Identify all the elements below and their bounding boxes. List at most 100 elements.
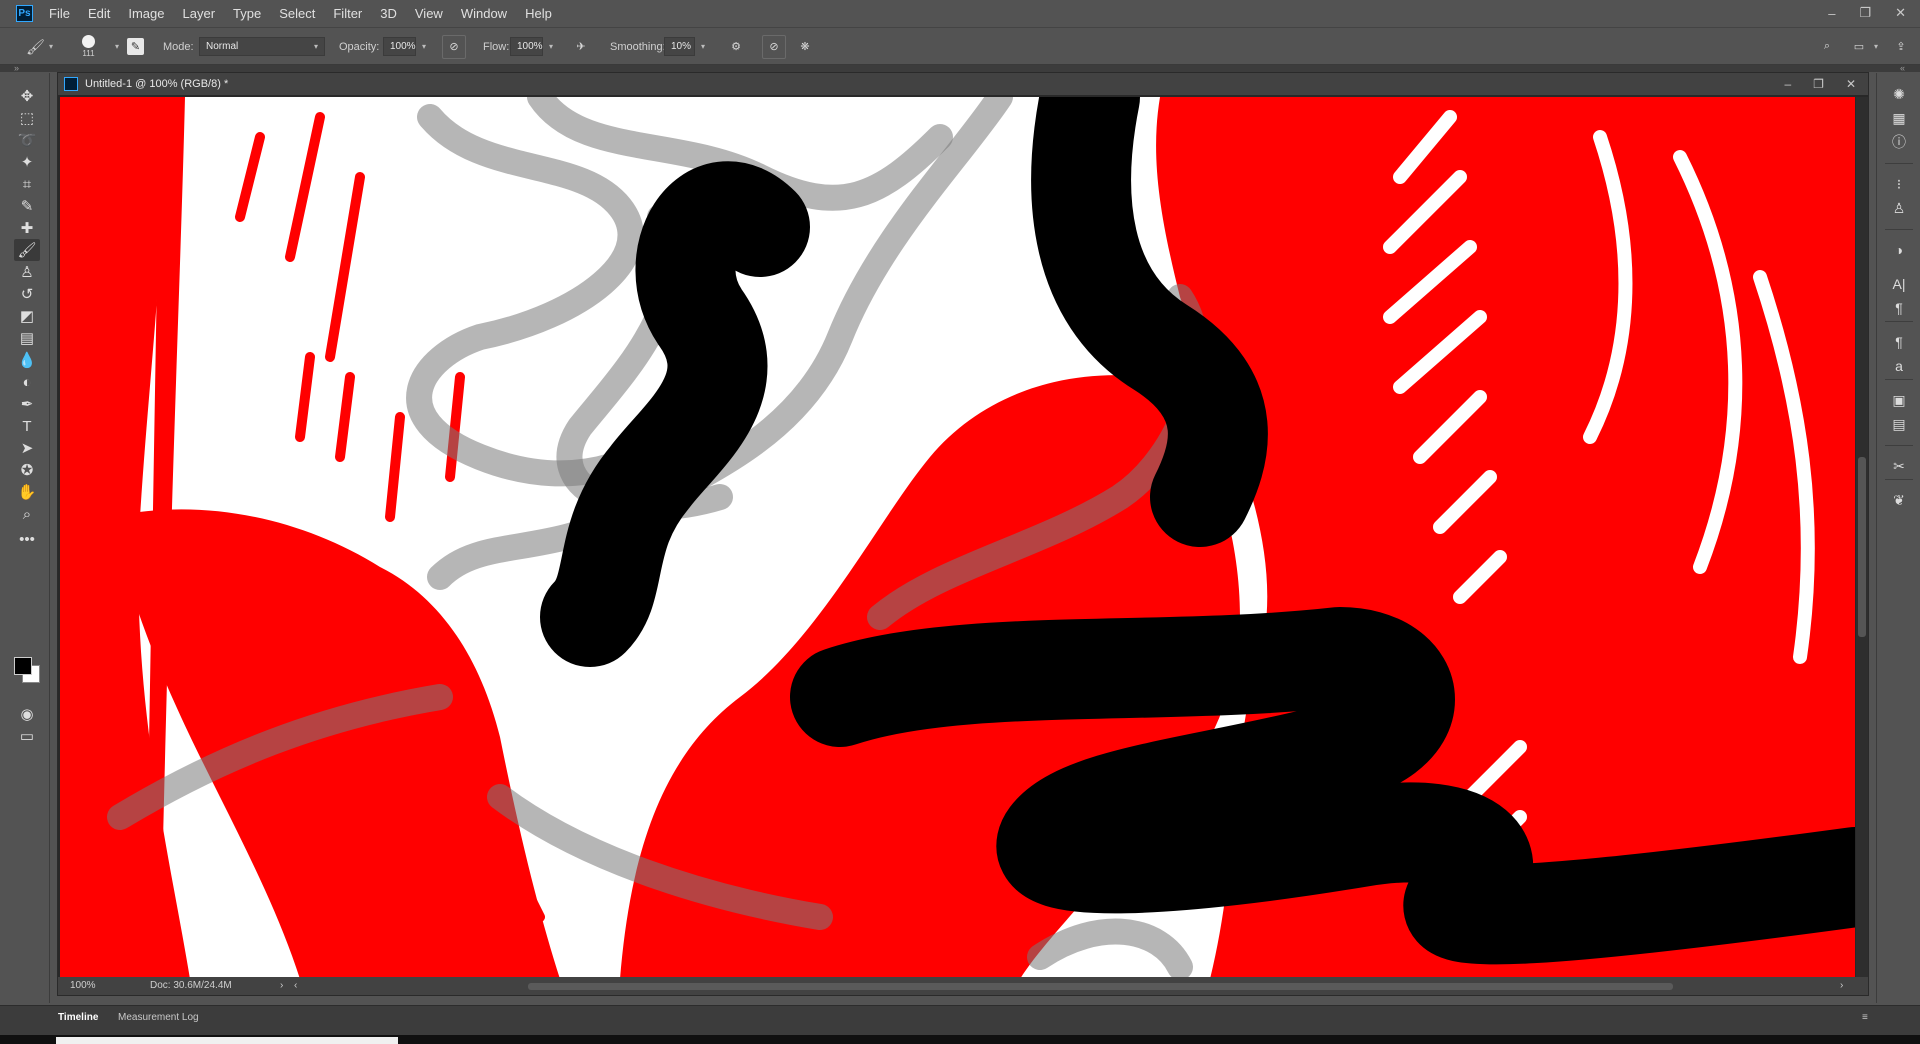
canvas[interactable]: [60, 97, 1855, 979]
brush-tool-icon[interactable]: 🖌: [14, 239, 40, 261]
pressure-size-icon[interactable]: ⊘: [762, 34, 786, 59]
document-ps-icon: [64, 77, 78, 91]
panel-group-divider: [1885, 321, 1913, 322]
menu-file[interactable]: File: [49, 6, 70, 21]
menu-filter[interactable]: Filter: [333, 6, 362, 21]
tool-preset-picker[interactable]: 🖌 ▾: [26, 28, 53, 65]
tool-presets-panel-icon[interactable]: ✂: [1877, 455, 1920, 477]
adjustments-panel-icon[interactable]: ◑: [1877, 239, 1920, 261]
zoom-level[interactable]: 100%: [70, 980, 96, 991]
doc-close-icon[interactable]: ✕: [1846, 77, 1856, 91]
menu-select[interactable]: Select: [279, 6, 315, 21]
search-icon[interactable]: ⌕: [1816, 36, 1838, 58]
swatches-panel-icon[interactable]: ▦: [1877, 107, 1920, 129]
path-selection-tool-icon[interactable]: ➤: [14, 437, 40, 459]
magic-wand-tool-icon[interactable]: ✦: [14, 151, 40, 173]
smoothing-settings-gear-icon[interactable]: ⚙: [725, 36, 747, 58]
expand-toolbar-icon[interactable]: »: [14, 63, 19, 73]
airbrush-icon[interactable]: ✈: [570, 36, 592, 58]
pressure-opacity-icon[interactable]: ⊘: [442, 34, 466, 59]
doc-minimize-icon[interactable]: –: [1784, 77, 1791, 91]
paths-panel-icon[interactable]: ❦: [1877, 489, 1920, 511]
doc-restore-icon[interactable]: ❐: [1813, 77, 1824, 91]
move-tool-icon[interactable]: ✥: [14, 85, 40, 107]
bottom-panel-menu-icon[interactable]: ≡: [1862, 1012, 1868, 1023]
menu-image[interactable]: Image: [128, 6, 164, 21]
close-icon[interactable]: ✕: [1895, 5, 1906, 21]
quick-mask-icon[interactable]: ◉: [14, 703, 40, 725]
layers-panel-icon[interactable]: ▣: [1877, 389, 1920, 411]
menu-layer[interactable]: Layer: [183, 6, 216, 21]
paragraph-panel-icon[interactable]: ¶: [1877, 297, 1920, 319]
horizontal-scroll-thumb[interactable]: [528, 983, 1673, 990]
healing-brush-tool-icon[interactable]: ✚: [14, 217, 40, 239]
tab-timeline[interactable]: Timeline: [58, 1012, 98, 1023]
history-brush-tool-icon[interactable]: ↺: [14, 283, 40, 305]
menu-help[interactable]: Help: [525, 6, 552, 21]
scroll-right-icon[interactable]: ›: [1840, 980, 1843, 991]
dodge-tool-icon[interactable]: ◐: [14, 371, 40, 393]
tab-measurement-log[interactable]: Measurement Log: [118, 1012, 199, 1023]
minimize-icon[interactable]: –: [1828, 6, 1835, 21]
menu-window[interactable]: Window: [461, 6, 507, 21]
share-icon[interactable]: ⇪: [1890, 36, 1912, 58]
collapse-panels-icon[interactable]: «: [1900, 63, 1905, 73]
brush-preset-icon: 🖌: [26, 38, 46, 56]
clone-stamp-tool-icon[interactable]: ♙: [14, 261, 40, 283]
brush-size-picker[interactable]: 111: [82, 28, 95, 65]
lasso-tool-icon[interactable]: ➰: [14, 129, 40, 151]
menu-view[interactable]: View: [415, 6, 443, 21]
options-bar: 🖌 ▾ 111 ▾ ✎ Mode: Normal ▾ Opacity: 100% ▾…: [0, 27, 1920, 65]
symmetry-butterfly-icon[interactable]: ❋: [794, 36, 816, 58]
color-panel-icon[interactable]: ✺: [1877, 83, 1920, 105]
info-panel-icon[interactable]: ⓘ: [1877, 131, 1920, 153]
foreground-color-swatch[interactable]: [14, 657, 32, 675]
smoothing-field[interactable]: 10%: [664, 37, 695, 56]
hand-tool-icon[interactable]: ✋: [14, 481, 40, 503]
smoothing-chevron-down-icon[interactable]: ▾: [701, 42, 705, 51]
status-bar: 100% Doc: 30.6M/24.4M › ‹ ›: [58, 977, 1868, 995]
smoothing-label: Smoothing:: [610, 40, 666, 53]
screen-mode-icon[interactable]: ▭: [14, 725, 40, 747]
brush-panel-toggle[interactable]: ✎: [127, 28, 144, 65]
brush-settings-panel-icon[interactable]: ⁝: [1877, 173, 1920, 195]
smoothing-value: 10%: [671, 41, 692, 52]
character-styles-panel-icon[interactable]: a: [1877, 355, 1920, 377]
taskbar-window-preview[interactable]: [56, 1037, 398, 1044]
flow-field[interactable]: 100%: [510, 37, 543, 56]
chevron-down-icon: ▾: [313, 42, 318, 51]
type-tool-icon[interactable]: T: [14, 415, 40, 437]
menu-edit[interactable]: Edit: [88, 6, 110, 21]
zoom-tool-icon[interactable]: ⌕: [14, 503, 40, 525]
eyedropper-tool-icon[interactable]: ✎: [14, 195, 40, 217]
mode-select[interactable]: Normal ▾: [199, 37, 325, 56]
chevron-down-icon[interactable]: ▾: [1874, 42, 1878, 51]
vertical-scroll-thumb[interactable]: [1858, 457, 1866, 637]
restore-icon[interactable]: ❐: [1859, 5, 1871, 21]
document-window: Untitled-1 @ 100% (RGB/8) * – ❐ ✕ 100% D…: [57, 72, 1869, 996]
menu-3d[interactable]: 3D: [380, 6, 397, 21]
shape-tool-icon[interactable]: ✪: [14, 459, 40, 481]
marquee-tool-icon[interactable]: ⬚: [14, 107, 40, 129]
crop-tool-icon[interactable]: ⌗: [14, 173, 40, 195]
eraser-tool-icon[interactable]: ◩: [14, 305, 40, 327]
clone-source-panel-icon[interactable]: ♙: [1877, 197, 1920, 219]
opacity-field[interactable]: 100%: [383, 37, 416, 56]
more-tools-icon[interactable]: •••: [14, 528, 40, 550]
document-tab[interactable]: Untitled-1 @ 100% (RGB/8) * – ❐ ✕: [58, 73, 1868, 95]
paragraph-styles-panel-icon[interactable]: ¶: [1877, 331, 1920, 353]
panel-group-divider: [1885, 229, 1913, 230]
vertical-scrollbar[interactable]: [1856, 97, 1868, 979]
gradient-tool-icon[interactable]: ▤: [14, 327, 40, 349]
brush-size-chevron[interactable]: ▾: [111, 28, 119, 65]
menu-type[interactable]: Type: [233, 6, 261, 21]
blur-tool-icon[interactable]: 💧: [14, 349, 40, 371]
notes-panel-icon[interactable]: ▤: [1877, 413, 1920, 435]
pen-tool-icon[interactable]: ✒: [14, 393, 40, 415]
workspace-switcher-icon[interactable]: ▭: [1848, 36, 1870, 58]
character-panel-icon[interactable]: A|: [1877, 273, 1920, 295]
status-menu-chevron-icon[interactable]: ›: [280, 980, 283, 991]
scroll-left-icon[interactable]: ‹: [294, 980, 297, 991]
flow-chevron-down-icon[interactable]: ▾: [549, 42, 553, 51]
opacity-chevron-down-icon[interactable]: ▾: [422, 42, 426, 51]
